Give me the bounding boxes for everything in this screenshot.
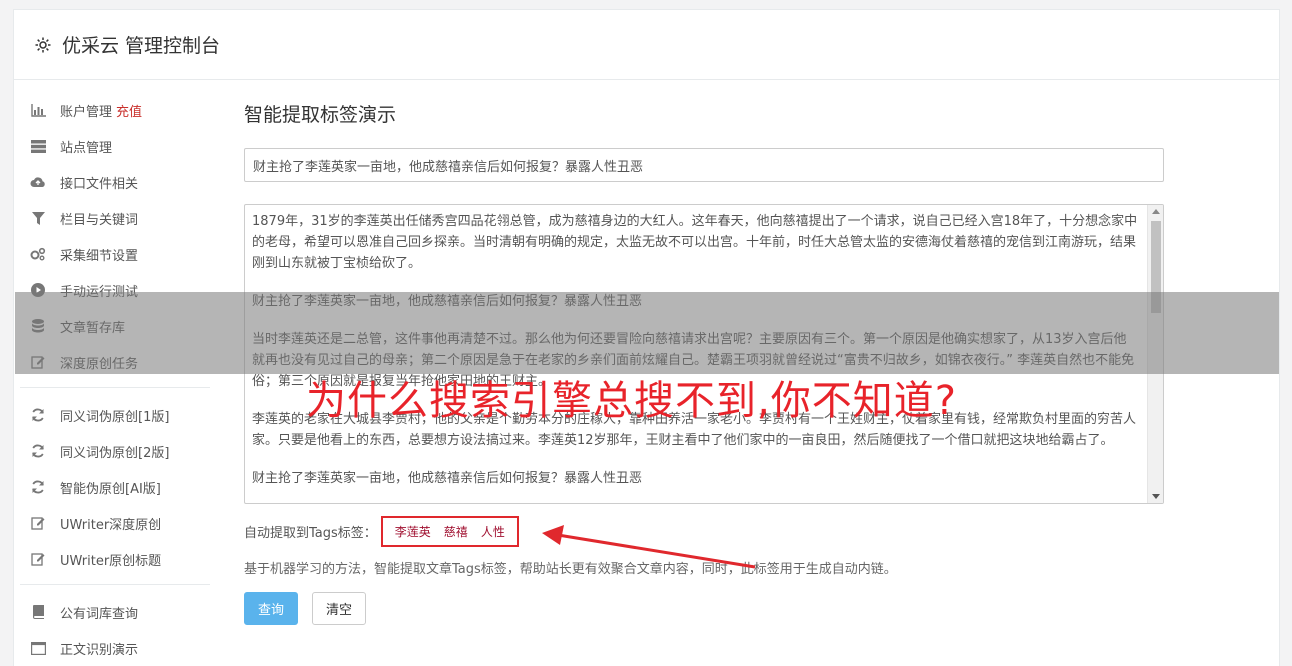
sidebar-item-label: 接口文件相关 <box>60 176 139 192</box>
sidebar-item[interactable]: UWriter原创标题 <box>20 541 210 577</box>
gear-icon <box>34 36 52 54</box>
sidebar-item[interactable]: 智能伪原创[AI版] <box>20 469 210 505</box>
bar-chart-icon <box>30 102 46 118</box>
sidebar-divider <box>20 387 210 388</box>
sidebar-item-label: 采集细节设置 <box>60 248 139 264</box>
sidebar-item[interactable]: 账户管理 充值 <box>20 92 210 128</box>
sidebar-item[interactable]: 正文识别演示 <box>20 630 210 666</box>
sidebar-item-label: 栏目与关键词 <box>60 212 139 228</box>
sidebar-item-label: 站点管理 <box>60 140 113 156</box>
content-paragraph: 财主抢了李莲英家一亩地，他成慈禧亲信后如何报复？暴露人性丑恶 <box>252 471 643 486</box>
query-button[interactable]: 查询 <box>244 592 298 625</box>
overlay-band <box>15 292 1279 374</box>
section-heading: 智能提取标签演示 <box>244 104 397 126</box>
window-icon <box>30 640 46 656</box>
tag-item: 人性 <box>480 524 505 539</box>
sidebar-item[interactable]: 接口文件相关 <box>20 164 210 200</box>
book-icon <box>30 604 46 620</box>
server-icon <box>30 138 46 154</box>
scroll-up-icon[interactable] <box>1152 209 1160 214</box>
article-title-input[interactable] <box>244 148 1164 182</box>
page-title: 优采云 管理控制台 <box>62 35 221 57</box>
clear-button[interactable]: 清空 <box>312 592 366 625</box>
recharge-link[interactable]: 充值 <box>116 101 142 120</box>
tags-result-box: 李莲英 慈禧 人性 <box>380 515 519 547</box>
sidebar-item-label: UWriter深度原创 <box>60 517 162 533</box>
sidebar-item[interactable]: 同义词伪原创[2版] <box>20 433 210 469</box>
refresh-icon <box>30 443 46 459</box>
overlay-caption: 为什么搜索引擎总搜不到,你不知道? <box>306 378 957 424</box>
red-arrow-icon <box>542 525 756 569</box>
edit-icon <box>30 551 46 567</box>
sidebar-item-label: 同义词伪原创[1版] <box>60 409 170 425</box>
sidebar-item[interactable]: 同义词伪原创[1版] <box>20 397 210 433</box>
gears-icon <box>30 246 46 262</box>
filter-icon <box>30 210 46 226</box>
scroll-down-icon[interactable] <box>1152 494 1160 499</box>
sidebar-item[interactable]: 采集细节设置 <box>20 236 210 272</box>
sidebar-item[interactable]: 公有词库查询 <box>20 594 210 630</box>
tags-label: 自动提取到Tags标签： <box>244 525 377 541</box>
sidebar-divider <box>20 584 210 585</box>
sidebar-item-label: UWriter原创标题 <box>60 553 162 569</box>
refresh-icon <box>30 479 46 495</box>
sidebar-nav: 账户管理充值站点管理接口文件相关栏目与关键词采集细节设置手动运行测试文章暂存库深… <box>20 92 210 666</box>
sidebar-item[interactable]: 站点管理 <box>20 128 210 164</box>
cloud-upload-icon <box>30 174 46 190</box>
sidebar-item-label: 账户管理 <box>60 104 113 120</box>
sidebar-item-label: 智能伪原创[AI版] <box>60 481 161 497</box>
refresh-icon <box>30 407 46 423</box>
content-paragraph: 1879年，31岁的李莲英出任储秀宫四品花翎总管，成为慈禧身边的大红人。这年春天… <box>252 214 1138 271</box>
sidebar-item-label: 同义词伪原创[2版] <box>60 445 170 461</box>
sidebar-item[interactable]: 栏目与关键词 <box>20 200 210 236</box>
panel-header: 优采云 管理控制台 <box>14 10 1279 80</box>
button-row: 查询 清空 <box>244 592 1164 625</box>
edit-icon <box>30 515 46 531</box>
sidebar-item-label: 公有词库查询 <box>60 606 139 622</box>
tag-item: 李莲英 <box>394 524 431 539</box>
tag-item: 慈禧 <box>443 524 468 539</box>
sidebar-item-label: 正文识别演示 <box>60 642 139 658</box>
sidebar-item[interactable]: UWriter深度原创 <box>20 505 210 541</box>
